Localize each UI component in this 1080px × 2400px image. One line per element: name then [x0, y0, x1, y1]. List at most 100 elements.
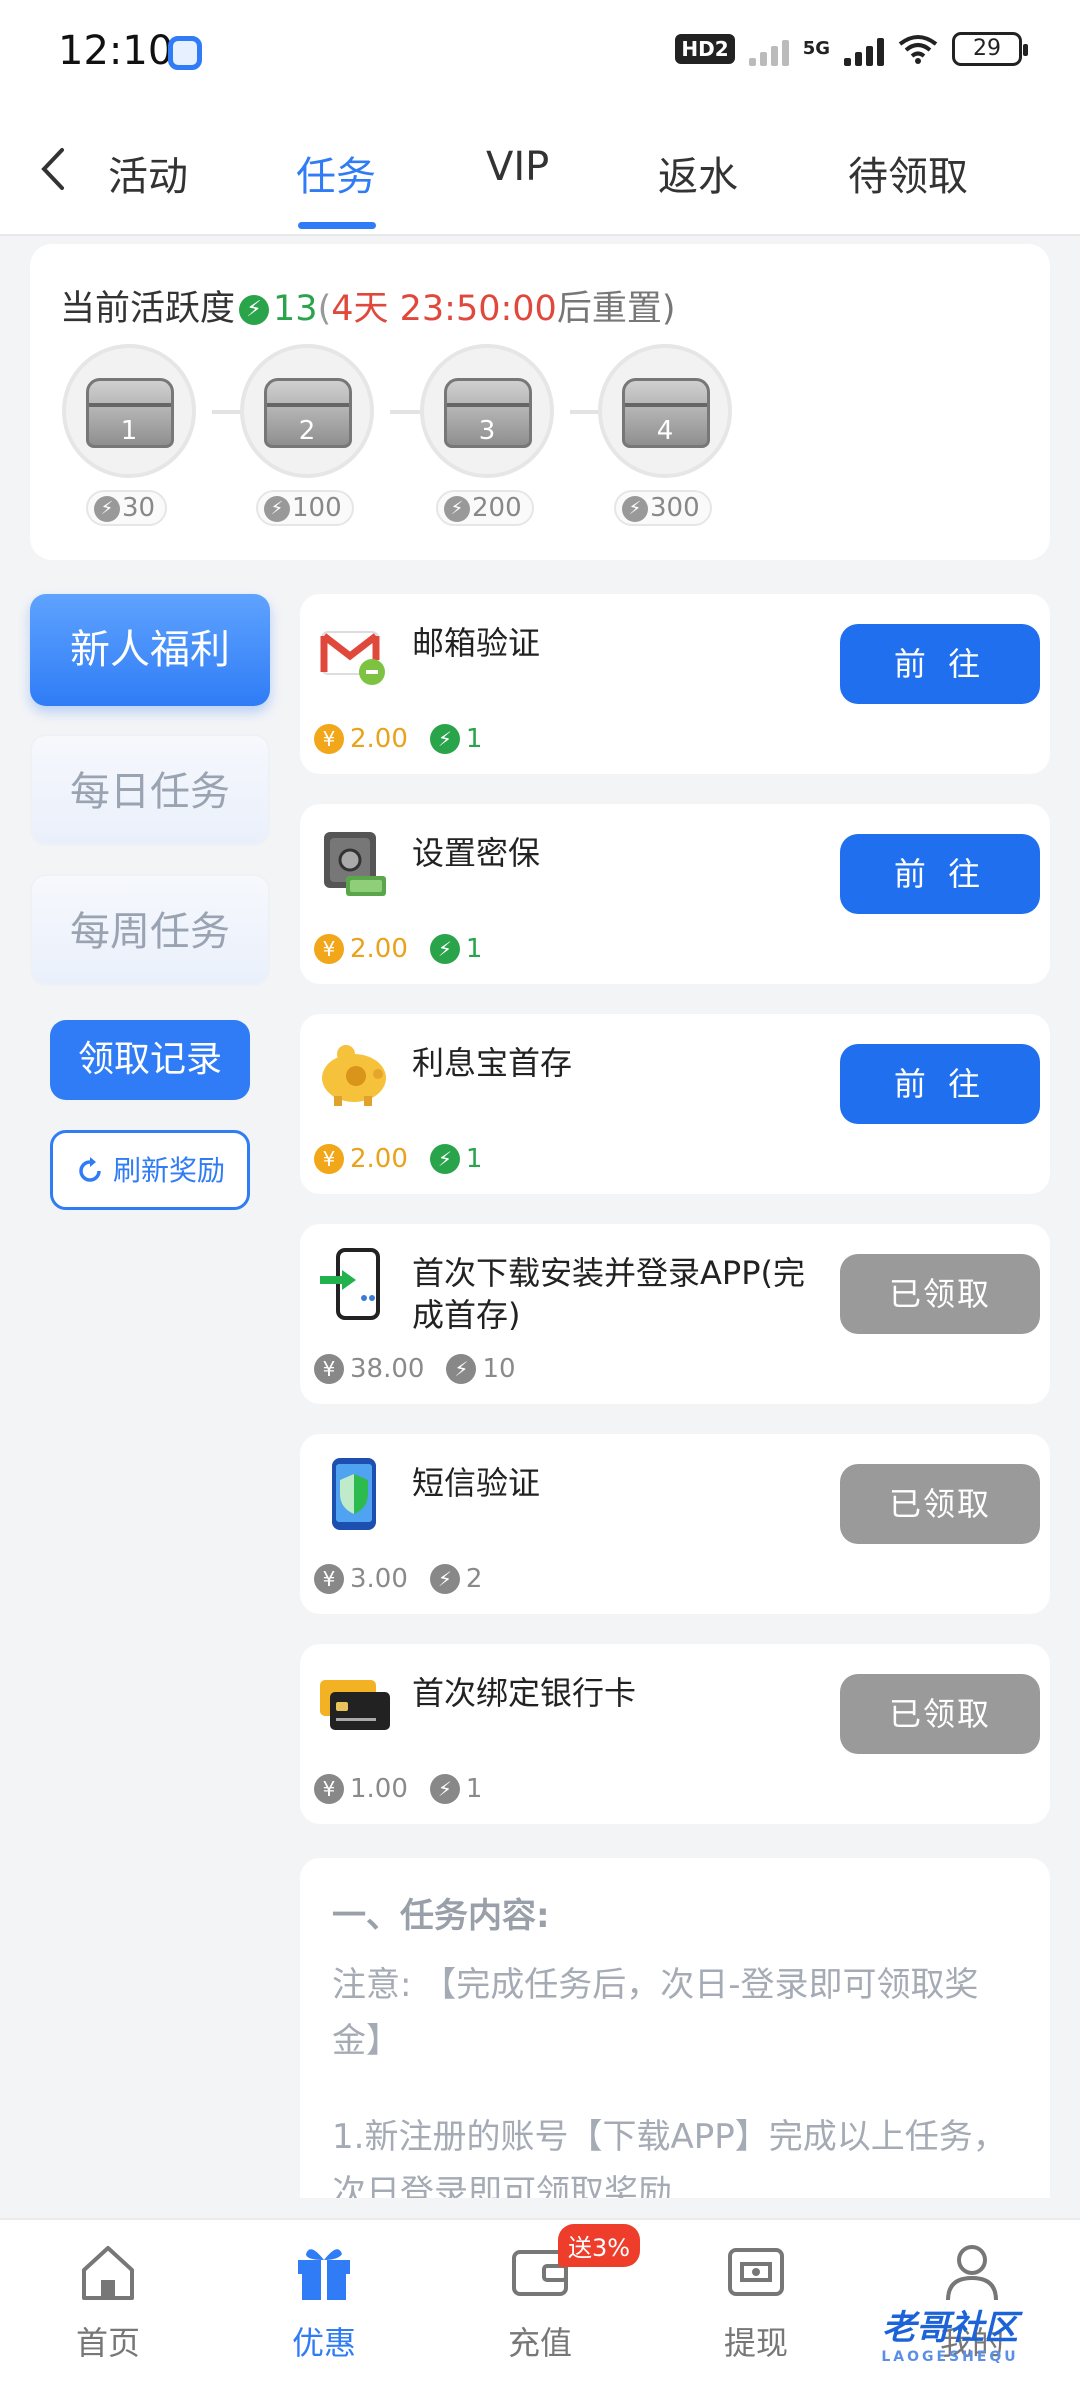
treasure-chest-1[interactable]: 1 [62, 344, 196, 478]
status-bar: 12:10 HD2 5G 29 [0, 0, 1080, 110]
treasure-chest-4[interactable]: 4 [598, 344, 732, 478]
reward-points: 2 [465, 1564, 483, 1594]
watermark-sub: LAOGESHEQU [881, 2349, 1019, 2365]
bank-card-icon [320, 1680, 390, 1730]
coin-icon: ¥ [314, 1564, 344, 1594]
bolt-icon: ⚡ [429, 724, 460, 754]
go-button[interactable]: 前 往 [840, 1044, 1040, 1124]
reward-money: 2.00 [350, 1144, 408, 1174]
user-icon [946, 2245, 998, 2301]
go-button[interactable]: 前 往 [840, 624, 1040, 704]
treasure-chest-3[interactable]: 3 [420, 344, 554, 478]
reset-countdown: 4天 23:50:00 [331, 289, 557, 329]
app-notification-icon [168, 36, 202, 70]
task-title: 邮箱验证 [412, 624, 541, 662]
task-title: 利息宝首存 [412, 1044, 573, 1082]
signal-icon [748, 32, 789, 66]
refresh-rewards-button[interactable]: 刷新奖励 [50, 1130, 250, 1210]
reward-money: 38.00 [350, 1354, 425, 1384]
back-arrow-icon[interactable] [34, 144, 74, 194]
reward-money: 2.00 [350, 934, 408, 964]
task-card: 利息宝首存 前 往 ¥2.00 ⚡ 1 [300, 1014, 1050, 1194]
claim-record-button[interactable]: 领取记录 [50, 1020, 250, 1100]
reward-money: 3.00 [350, 1564, 408, 1594]
safe-icon [324, 832, 386, 896]
task-title: 设置密保 [412, 834, 541, 872]
claimed-button[interactable]: 已领取 [840, 1254, 1040, 1334]
bolt-icon: ⚡ [429, 934, 460, 964]
gmail-icon [320, 631, 385, 685]
claimed-button[interactable]: 已领取 [840, 1464, 1040, 1544]
task-rewards: ¥38.00 ⚡ 10 [314, 1354, 538, 1384]
category-daily[interactable]: 每日任务 [30, 734, 270, 846]
reward-points: 1 [465, 724, 483, 754]
tab-tasks[interactable]: 任务 [296, 144, 376, 202]
task-card: 首次绑定银行卡 已领取 ¥1.00 ⚡ 1 [300, 1644, 1050, 1824]
tab-pending[interactable]: 待领取 [848, 144, 968, 202]
refresh-label: 刷新奖励 [112, 1154, 225, 1187]
watermark-logo: 老哥社区 LAOGESHEQU [840, 2300, 1060, 2380]
nav-offers[interactable]: 优惠 [216, 2240, 432, 2364]
category-weekly[interactable]: 每周任务 [30, 874, 270, 986]
bolt-icon: ⚡ [94, 495, 120, 522]
coin-icon: ¥ [314, 1144, 344, 1174]
refresh-icon [79, 1157, 101, 1182]
task-card: 短信验证 已领取 ¥3.00 ⚡ 2 [300, 1434, 1050, 1614]
treasure-chest-2[interactable]: 2 [240, 344, 374, 478]
points-value: 30 [122, 493, 156, 523]
points-value: 200 [472, 493, 522, 523]
points-value: 300 [650, 493, 700, 523]
reset-prefix: ( [317, 289, 332, 329]
description-note: 注意: 【完成任务后，次日-登录即可领取奖金】 [332, 1965, 979, 2061]
task-rewards: ¥2.00 ⚡ 1 [314, 1144, 482, 1174]
task-title: 首次绑定银行卡 [412, 1674, 637, 1712]
tab-rebate[interactable]: 返水 [658, 144, 738, 202]
bolt-icon: ⚡ [446, 1354, 477, 1384]
reset-suffix: 后重置) [556, 289, 676, 329]
coin-icon: ¥ [314, 934, 344, 964]
reward-points: 1 [465, 1144, 483, 1174]
reward-points: 1 [465, 934, 483, 964]
task-description: 一、任务内容: 注意: 【完成任务后，次日-登录即可领取奖金】 1.新注册的账号… [300, 1858, 1050, 2198]
chest-points-3: ⚡ 200 [436, 490, 534, 526]
status-indicators: HD2 5G 29 [675, 32, 1028, 66]
bolt-icon: ⚡ [429, 1774, 460, 1804]
nav-label: 提现 [723, 2324, 788, 2362]
tab-vip[interactable]: VIP [486, 144, 549, 190]
go-button[interactable]: 前 往 [840, 834, 1040, 914]
category-newcomer[interactable]: 新人福利 [30, 594, 270, 706]
withdraw-icon [728, 2248, 784, 2296]
gift-icon [298, 2249, 350, 2300]
active-tab-indicator [298, 222, 376, 229]
reward-money: 2.00 [350, 724, 408, 754]
activity-label: 当前活跃度 [60, 289, 236, 329]
task-card: 设置密保 前 往 ¥2.00 ⚡ 1 [300, 804, 1050, 984]
activity-card: 当前活跃度 ⚡ 13(4天 23:50:00后重置) 1 2 3 4 ⚡ 30 ⚡ 10… [30, 244, 1050, 560]
task-rewards: ¥2.00 ⚡ 1 [314, 934, 482, 964]
bolt-icon: ⚡ [429, 1564, 460, 1594]
5g-label: 5G [802, 38, 830, 59]
home-icon [82, 2246, 134, 2300]
task-card: 首次下载安装并登录APP(完成首存) 已领取 ¥38.00 ⚡ 10 [300, 1224, 1050, 1404]
reward-money: 1.00 [350, 1774, 408, 1804]
task-rewards: ¥2.00 ⚡ 1 [314, 724, 482, 754]
tab-activity[interactable]: 活动 [108, 144, 188, 202]
phone-download-icon [320, 1248, 380, 1320]
chest-number: 3 [478, 416, 496, 446]
phone-shield-icon [332, 1458, 376, 1530]
coin-icon: ¥ [314, 1774, 344, 1804]
chest-points-2: ⚡ 100 [256, 490, 354, 526]
activity-value: 13 [273, 289, 318, 329]
task-title: 短信验证 [412, 1464, 541, 1502]
nav-home[interactable]: 首页 [0, 2240, 216, 2364]
status-time: 12:10 [58, 28, 174, 74]
reward-points: 10 [482, 1354, 516, 1384]
description-item-1: 1.新注册的账号【下载APP】完成以上任务，次日登录即可领取奖励 [332, 2117, 1007, 2198]
activity-bolt-icon: ⚡ [239, 295, 270, 325]
claimed-button[interactable]: 已领取 [840, 1674, 1040, 1754]
chest-points-4: ⚡ 300 [614, 490, 712, 526]
bolt-icon: ⚡ [264, 495, 290, 522]
task-rewards: ¥3.00 ⚡ 2 [314, 1564, 504, 1594]
recharge-bonus-badge: 送3% [558, 2224, 641, 2267]
nav-withdraw[interactable]: 提现 [648, 2240, 864, 2364]
